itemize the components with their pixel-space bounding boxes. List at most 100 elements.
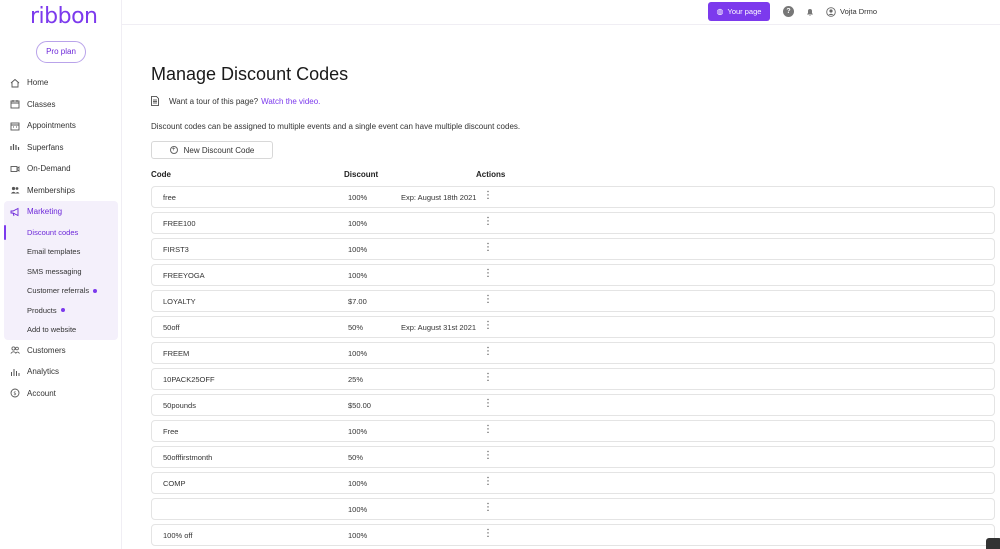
account-icon: $ bbox=[9, 387, 21, 399]
members-icon bbox=[9, 184, 21, 196]
more-actions-icon[interactable]: ⋮ bbox=[483, 528, 493, 540]
discount-cell: 100% bbox=[348, 531, 368, 540]
table-row[interactable]: LOYALTY $7.00 ⋮ bbox=[151, 290, 995, 312]
discount-cell: 100% bbox=[348, 193, 368, 202]
table-row[interactable]: FREE100 100% ⋮ bbox=[151, 212, 995, 234]
more-actions-icon[interactable]: ⋮ bbox=[483, 476, 493, 488]
more-actions-icon[interactable]: ⋮ bbox=[483, 424, 493, 436]
code-cell: 50off bbox=[163, 323, 180, 332]
table-row[interactable]: COMP 100% ⋮ bbox=[151, 472, 995, 494]
more-actions-icon[interactable]: ⋮ bbox=[483, 450, 493, 462]
table-row[interactable]: FIRST3 100% ⋮ bbox=[151, 238, 995, 260]
sidebar-subitem-email-templates[interactable]: Email templates bbox=[4, 242, 118, 262]
table-row[interactable]: 100% off 100% ⋮ bbox=[151, 524, 995, 546]
sidebar-item-label: Home bbox=[27, 78, 49, 88]
more-actions-icon[interactable]: ⋮ bbox=[483, 294, 493, 306]
more-actions-icon[interactable]: ⋮ bbox=[483, 268, 493, 280]
table-row[interactable]: free 100% Exp: August 18th 2021 ⋮ bbox=[151, 186, 995, 208]
watch-video-link[interactable]: Watch the video. bbox=[261, 97, 320, 106]
sidebar-subitem-label: Add to website bbox=[27, 325, 77, 335]
more-actions-icon[interactable]: ⋮ bbox=[483, 346, 493, 358]
column-header-discount: Discount bbox=[344, 170, 379, 179]
sidebar-group-marketing: Marketing Discount codes Email templates… bbox=[4, 201, 118, 340]
video-icon bbox=[9, 163, 21, 175]
sidebar-item-label: Memberships bbox=[27, 185, 76, 195]
table-row[interactable]: 50off 50% Exp: August 31st 2021 ⋮ bbox=[151, 316, 995, 338]
pro-plan-badge[interactable]: Pro plan bbox=[36, 41, 86, 63]
discount-cell: 100% bbox=[348, 271, 368, 280]
sidebar-item-on-demand[interactable]: On-Demand bbox=[0, 158, 122, 180]
ribbon-logo[interactable]: ribbon bbox=[30, 4, 98, 29]
home-icon bbox=[9, 77, 21, 89]
sidebar-item-home[interactable]: Home bbox=[0, 72, 122, 94]
sidebar-subitem-customer-referrals[interactable]: Customer referrals bbox=[4, 281, 118, 301]
table-row[interactable]: 100% ⋮ bbox=[151, 498, 995, 520]
more-actions-icon[interactable]: ⋮ bbox=[483, 320, 493, 332]
sidebar-subitem-discount-codes[interactable]: Discount codes bbox=[4, 223, 118, 243]
code-cell: free bbox=[163, 193, 176, 202]
expiry-cell: Exp: August 31st 2021 bbox=[401, 323, 477, 332]
user-name[interactable]: Vojta Drmo bbox=[840, 7, 877, 16]
sidebar-item-account[interactable]: $ Account bbox=[0, 383, 122, 405]
code-cell: Free bbox=[163, 427, 179, 436]
sidebar-subitem-label: Products bbox=[27, 305, 57, 315]
sidebar-item-label: Appointments bbox=[27, 121, 76, 131]
sidebar-item-classes[interactable]: Classes bbox=[0, 94, 122, 116]
sidebar-item-appointments[interactable]: Appointments bbox=[0, 115, 122, 137]
discount-cell: 100% bbox=[348, 505, 368, 514]
discount-cell: 100% bbox=[348, 427, 368, 436]
more-actions-icon[interactable]: ⋮ bbox=[483, 190, 493, 202]
discount-cell: 100% bbox=[348, 479, 368, 488]
table-row[interactable]: 50offfirstmonth 50% ⋮ bbox=[151, 446, 995, 468]
more-actions-icon[interactable]: ⋮ bbox=[483, 216, 493, 228]
sidebar-item-label: Marketing bbox=[27, 207, 63, 217]
discount-cell: 100% bbox=[348, 245, 368, 254]
column-header-actions: Actions bbox=[476, 170, 506, 179]
table-row[interactable]: 10PACK25OFF 25% ⋮ bbox=[151, 368, 995, 390]
discount-cell: 25% bbox=[348, 375, 364, 384]
sidebar-subitem-sms-messaging[interactable]: SMS messaging bbox=[4, 262, 118, 282]
more-actions-icon[interactable]: ⋮ bbox=[483, 242, 493, 254]
sidebar-subitem-add-to-website[interactable]: Add to website bbox=[4, 320, 118, 340]
column-header-code: Code bbox=[151, 170, 171, 179]
your-page-button[interactable]: ◍ Your page bbox=[708, 2, 770, 21]
discount-cell: 100% bbox=[348, 219, 368, 228]
more-actions-icon[interactable]: ⋮ bbox=[483, 372, 493, 384]
tour-prompt: Want a tour of this page? Watch the vide… bbox=[151, 96, 320, 106]
discount-cell: $50.00 bbox=[348, 401, 371, 410]
sidebar-nav: Home Classes Appointments Superfans On-D… bbox=[0, 72, 122, 404]
code-cell: 100% off bbox=[163, 531, 193, 540]
sidebar-item-label: Classes bbox=[27, 99, 56, 109]
new-discount-code-button[interactable]: + New Discount Code bbox=[151, 141, 273, 159]
tour-text: Want a tour of this page? bbox=[169, 96, 259, 106]
discount-cell: 50% bbox=[348, 323, 364, 332]
sidebar-item-memberships[interactable]: Memberships bbox=[0, 180, 122, 202]
sidebar-item-analytics[interactable]: Analytics bbox=[0, 361, 122, 383]
sidebar-subitem-label: SMS messaging bbox=[27, 266, 82, 276]
code-cell: FREEM bbox=[163, 349, 190, 358]
code-cell: 50offfirstmonth bbox=[163, 453, 213, 462]
table-row[interactable]: FREEM 100% ⋮ bbox=[151, 342, 995, 364]
help-icon[interactable]: ? bbox=[783, 6, 794, 17]
sidebar-item-customers[interactable]: Customers bbox=[0, 340, 122, 362]
table-row[interactable]: 50pounds $50.00 ⋮ bbox=[151, 394, 995, 416]
code-cell: LOYALTY bbox=[163, 297, 196, 306]
user-avatar-icon[interactable] bbox=[825, 6, 836, 17]
new-discount-code-label: New Discount Code bbox=[183, 145, 255, 155]
expiry-cell: Exp: August 18th 2021 bbox=[401, 193, 477, 202]
sidebar-item-superfans[interactable]: Superfans bbox=[0, 137, 122, 159]
sidebar-item-label: Account bbox=[27, 388, 56, 398]
more-actions-icon[interactable]: ⋮ bbox=[483, 398, 493, 410]
more-actions-icon[interactable]: ⋮ bbox=[483, 502, 493, 514]
document-icon bbox=[151, 96, 159, 106]
page-title: Manage Discount Codes bbox=[151, 64, 349, 84]
customers-icon bbox=[9, 344, 21, 356]
discount-cell: $7.00 bbox=[348, 297, 367, 306]
table-row[interactable]: Free 100% ⋮ bbox=[151, 420, 995, 442]
sidebar-item-marketing[interactable]: Marketing bbox=[4, 201, 118, 223]
sidebar-subitem-label: Discount codes bbox=[27, 227, 79, 237]
chat-widget-button[interactable] bbox=[986, 538, 1000, 549]
table-row[interactable]: FREEYOGA 100% ⋮ bbox=[151, 264, 995, 286]
sidebar-subitem-products[interactable]: Products bbox=[4, 301, 118, 321]
bell-icon[interactable] bbox=[804, 6, 815, 17]
